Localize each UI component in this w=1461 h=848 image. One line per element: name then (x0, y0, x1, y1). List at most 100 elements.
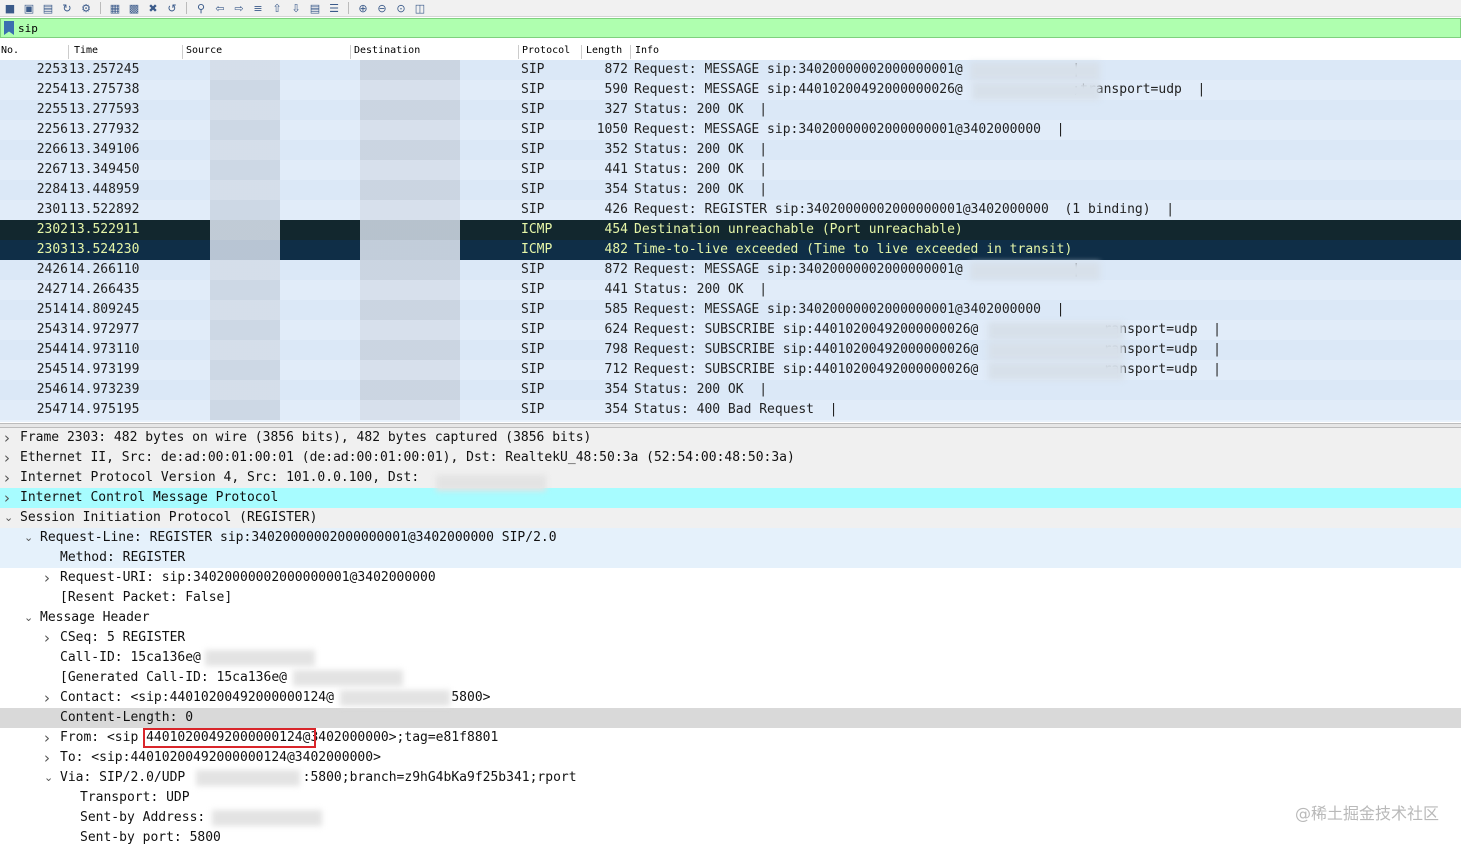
detail-text: Transport: UDP (80, 790, 190, 805)
chevron-down-icon[interactable]: ⌄ (24, 528, 33, 548)
packet-no: 2427 (36, 282, 68, 297)
detail-row[interactable]: › Request-URI: sip:34020000002000000001@3… (0, 568, 1461, 588)
detail-row[interactable]: Sent-by port: 5800 (0, 828, 1461, 848)
normal-size-icon[interactable]: ⊙ (393, 2, 409, 15)
packet-no: 2426 (36, 262, 68, 277)
refresh-icon[interactable]: ↺ (164, 2, 180, 15)
file-icon[interactable]: ▩ (126, 2, 142, 15)
packet-time: 13.349450 (69, 162, 140, 177)
detail-row[interactable]: ⌄ Session Initiation Protocol (REGISTER) (0, 508, 1461, 528)
go-to-packet-icon[interactable]: ≡ (250, 2, 266, 15)
toolbar-separator (100, 2, 101, 14)
detail-row[interactable]: ⌄ Request-Line: REGISTER sip:340200000020… (0, 528, 1461, 548)
colorize-icon[interactable]: ☰ (326, 2, 342, 15)
chevron-right-icon[interactable]: › (44, 748, 50, 768)
find-icon[interactable]: ⚲ (193, 2, 209, 15)
chevron-down-icon[interactable]: ⌄ (44, 768, 53, 788)
zoom-in-icon[interactable]: ⊕ (355, 2, 371, 15)
packet-time: 14.266435 (69, 282, 140, 297)
packet-protocol: SIP (521, 362, 545, 377)
redacted-destination-column (360, 60, 460, 420)
redacted-detail (212, 810, 322, 826)
detail-row[interactable]: › CSeq: 5 REGISTER (0, 628, 1461, 648)
column-length[interactable]: Length (586, 45, 622, 56)
close-file-icon[interactable]: ▤ (40, 2, 56, 15)
packet-length: 872 (604, 262, 628, 277)
chevron-right-icon[interactable]: › (44, 568, 50, 588)
column-separator[interactable] (350, 45, 351, 59)
detail-text: Session Initiation Protocol (REGISTER) (20, 510, 318, 525)
bookmark-icon[interactable] (4, 21, 14, 35)
chevron-right-icon[interactable]: › (4, 488, 10, 508)
close-icon[interactable]: ✖ (145, 2, 161, 15)
detail-row[interactable]: › To: <sip:44010200492000000124@340200000… (0, 748, 1461, 768)
detail-row[interactable]: Method: REGISTER (0, 548, 1461, 568)
packet-time: 13.448959 (69, 182, 140, 197)
chevron-right-icon[interactable]: › (4, 428, 10, 448)
column-source[interactable]: Source (186, 45, 222, 56)
toolbar-separator (348, 2, 349, 14)
detail-text: Message Header (40, 610, 150, 625)
resize-columns-icon[interactable]: ◫ (412, 2, 428, 15)
packet-info: Status: 200 OK | (634, 102, 768, 117)
detail-row[interactable]: ⌄ Message Header (0, 608, 1461, 628)
column-separator[interactable] (630, 45, 631, 59)
packet-protocol: SIP (521, 202, 545, 217)
go-back-icon[interactable]: ⇦ (212, 2, 228, 15)
packet-protocol: SIP (521, 142, 545, 157)
packet-length: 354 (604, 182, 628, 197)
packet-time: 13.277932 (69, 122, 140, 137)
column-no[interactable]: No. (1, 45, 19, 56)
chevron-down-icon[interactable]: ⌄ (4, 508, 13, 528)
column-separator[interactable] (68, 45, 69, 59)
detail-row[interactable]: › Internet Protocol Version 4, Src: 101.0… (0, 468, 1461, 488)
packet-info: Status: 200 OK | (634, 282, 768, 297)
redacted-info (988, 342, 1124, 360)
chevron-right-icon[interactable]: › (44, 728, 50, 748)
detail-row[interactable]: › Frame 2303: 482 bytes on wire (3856 bit… (0, 428, 1461, 448)
packet-no: 2545 (36, 362, 68, 377)
detail-row[interactable]: › Internet Control Message Protocol (0, 488, 1461, 508)
chevron-right-icon[interactable]: › (4, 468, 10, 488)
detail-text: Call-ID: 15ca136e@ (60, 650, 201, 665)
column-info[interactable]: Info (635, 45, 659, 56)
packet-protocol: SIP (521, 122, 545, 137)
detail-row[interactable]: › Ethernet II, Src: de:ad:00:01:00:01 (de… (0, 448, 1461, 468)
packet-protocol: SIP (521, 62, 545, 77)
detail-row[interactable]: › From: <sip 44010200492000000124@3402000… (0, 728, 1461, 748)
folder-icon[interactable]: ▦ (107, 2, 123, 15)
save-icon[interactable]: ▣ (21, 2, 37, 15)
packet-info: Request: MESSAGE sip:4401020049200000002… (634, 82, 1206, 97)
chevron-right-icon[interactable]: › (44, 628, 50, 648)
options-icon[interactable]: ⚙ (78, 2, 94, 15)
column-separator[interactable] (182, 45, 183, 59)
detail-row[interactable]: Content-Length: 0 (0, 708, 1461, 728)
detail-row[interactable]: [Generated Call-ID: 15ca136e@ (0, 668, 1461, 688)
reload-icon[interactable]: ↻ (59, 2, 75, 15)
detail-row[interactable]: [Resent Packet: False] (0, 588, 1461, 608)
display-filter-input[interactable] (18, 21, 1418, 35)
column-destination[interactable]: Destination (354, 45, 420, 56)
detail-row[interactable]: › Contact: <sip:44010200492000000124@ 580… (0, 688, 1461, 708)
first-packet-icon[interactable]: ⇧ (269, 2, 285, 15)
redacted-detail (340, 690, 450, 706)
chevron-right-icon[interactable]: › (44, 688, 50, 708)
column-separator[interactable] (518, 45, 519, 59)
packet-no: 2266 (36, 142, 68, 157)
zoom-out-icon[interactable]: ⊖ (374, 2, 390, 15)
detail-row[interactable]: Transport: UDP (0, 788, 1461, 808)
go-forward-icon[interactable]: ⇨ (231, 2, 247, 15)
open-icon[interactable]: ■ (2, 2, 18, 15)
chevron-right-icon[interactable]: › (4, 448, 10, 468)
column-protocol[interactable]: Protocol (522, 45, 570, 56)
packet-time: 13.349106 (69, 142, 140, 157)
chevron-down-icon[interactable]: ⌄ (24, 608, 33, 628)
packet-no: 2302 (36, 222, 68, 237)
last-packet-icon[interactable]: ⇩ (288, 2, 304, 15)
packet-protocol: ICMP (521, 222, 553, 237)
packet-protocol: SIP (521, 342, 545, 357)
column-separator[interactable] (581, 45, 582, 59)
column-time[interactable]: Time (74, 45, 98, 56)
packet-length: 354 (604, 402, 628, 417)
autoscroll-icon[interactable]: ▤ (307, 2, 323, 15)
